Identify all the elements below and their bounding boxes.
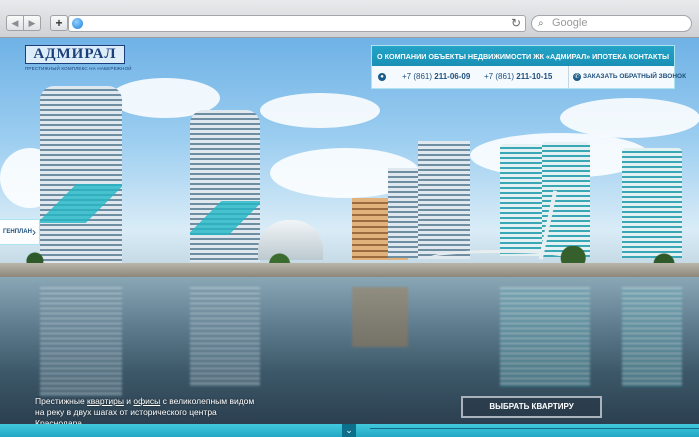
back-button[interactable]: ◀ <box>6 15 24 31</box>
search-placeholder: Google <box>552 17 588 29</box>
reload-icon[interactable]: ↻ <box>511 16 521 30</box>
choose-apartment-button[interactable]: ВЫБРАТЬ КВАРТИРУ <box>461 396 602 418</box>
menu-item-admiral[interactable]: ЖК «АДМИРАЛ» <box>533 52 590 61</box>
offices-link[interactable]: офисы <box>133 396 160 406</box>
forward-button[interactable]: ▶ <box>23 15 41 31</box>
phone-1[interactable]: +7 (861) 211-06-09 <box>402 72 470 81</box>
chevron-right-icon: › <box>32 225 36 239</box>
plus-icon: + <box>55 16 63 30</box>
search-input[interactable]: ⌕ Google <box>531 15 692 32</box>
tagline-text-b: и <box>123 396 134 406</box>
menu-item-contacts[interactable]: КОНТАКТЫ <box>629 52 669 61</box>
tagline-text-a: Престижные <box>35 396 88 406</box>
browser-toolbar: ◀ ▶ + ↻ ⌕ Google <box>0 0 699 38</box>
forward-arrow-icon: ▶ <box>28 17 36 28</box>
site-logo[interactable]: АДМИРАЛ ПРЕСТИЖНЫЙ КОМПЛЕКС НА НАБЕРЕЖНО… <box>25 45 132 75</box>
scroll-down-button[interactable]: ⌄ <box>342 424 356 437</box>
tower-far-2 <box>418 141 470 259</box>
phone-1-number: 211-06-09 <box>434 72 471 81</box>
reflection <box>352 287 408 347</box>
cloud <box>260 93 380 128</box>
cloud <box>560 98 699 138</box>
menu-item-properties[interactable]: ОБЪЕКТЫ НЕДВИЖИМОСТИ <box>428 52 531 61</box>
phone-icon: ✆ <box>573 73 581 81</box>
header-panel: О КОМПАНИИ ОБЪЕКТЫ НЕДВИЖИМОСТИ ЖК «АДМИ… <box>371 45 686 89</box>
reflection <box>190 287 260 387</box>
genplan-label: ГЕНПЛАН <box>3 229 32 235</box>
apartments-link[interactable]: квартиры <box>87 396 124 406</box>
new-tab-button[interactable]: + <box>50 15 68 31</box>
genplan-tab[interactable]: ГЕНПЛАН › <box>0 219 40 245</box>
menu-item-mortgage[interactable]: ИПОТЕКА <box>592 52 627 61</box>
globe-icon <box>72 18 83 29</box>
search-icon: ⌕ <box>538 18 544 29</box>
location-icon: ● <box>378 73 386 81</box>
back-arrow-icon: ◀ <box>11 17 19 28</box>
reflection <box>622 287 682 387</box>
logo-tagline: ПРЕСТИЖНЫЙ КОМПЛЕКС НА НАБЕРЕЖНОЙ <box>25 66 132 71</box>
callback-label: ЗАКАЗАТЬ ОБРАТНЫЙ ЗВОНОК <box>583 73 687 80</box>
logo-name: АДМИРАЛ <box>25 45 125 64</box>
bottom-strip: ⌄ <box>0 424 699 437</box>
tower-far-1 <box>388 168 418 258</box>
tower-right-1 <box>500 144 544 256</box>
website-page: АДМИРАЛ ПРЕСТИЖНЫЙ КОМПЛЕКС НА НАБЕРЕЖНО… <box>0 38 699 437</box>
tower-right-3 <box>622 148 682 258</box>
phone-2[interactable]: +7 (861) 211-10-15 <box>484 72 552 81</box>
address-bar[interactable]: ↻ <box>68 15 526 32</box>
main-menu: О КОМПАНИИ ОБЪЕКТЫ НЕДВИЖИМОСТИ ЖК «АДМИ… <box>372 46 674 66</box>
phone-2-prefix: +7 (861) <box>484 72 515 81</box>
contacts-bar: ● +7 (861) 211-06-09 +7 (861) 211-10-15 … <box>372 66 686 88</box>
tower-left <box>40 86 122 264</box>
menu-item-company[interactable]: О КОМПАНИИ <box>377 52 426 61</box>
divider <box>370 428 699 429</box>
callback-button[interactable]: ✆ ЗАКАЗАТЬ ОБРАТНЫЙ ЗВОНОК <box>568 66 686 88</box>
phone-2-number: 211-10-15 <box>516 72 553 81</box>
reflection <box>500 287 590 387</box>
tower-center <box>190 110 260 262</box>
tower-right-2 <box>542 142 590 257</box>
embankment <box>0 263 699 277</box>
phone-1-prefix: +7 (861) <box>402 72 433 81</box>
reflection <box>40 287 122 397</box>
chevron-down-icon: ⌄ <box>345 425 353 435</box>
browser-window: ◀ ▶ + ↻ ⌕ Google АДМИРАЛ ПРЕСТИЖНЫЙ КОМП… <box>0 0 699 437</box>
